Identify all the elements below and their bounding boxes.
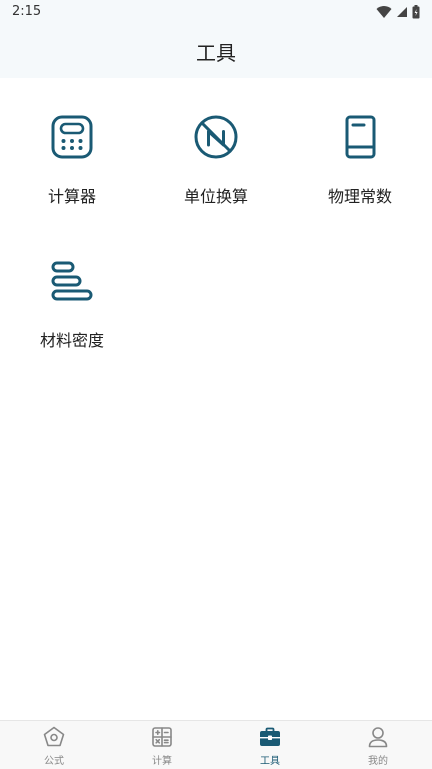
pentagon-icon — [43, 726, 65, 747]
tool-label: 计算器 — [47, 187, 96, 206]
tab-calculate[interactable]: 计算 — [108, 721, 216, 769]
tool-material-density[interactable]: 材料密度 — [0, 257, 144, 377]
user-icon — [368, 727, 388, 748]
tool-label: 单位换算 — [183, 187, 248, 206]
toolbox-icon — [260, 727, 280, 746]
status-time: 2:15 — [12, 4, 42, 19]
app-header: 工具 — [0, 24, 432, 78]
unit-convert-icon — [194, 115, 238, 159]
bottom-tab-bar: 公式 计算 工具 我的 — [0, 720, 432, 769]
calculator-icon — [51, 115, 93, 159]
tool-label: 物理常数 — [327, 187, 392, 206]
status-bar: 2:15 — [0, 0, 432, 24]
calc-grid-icon — [152, 727, 172, 747]
tool-calculator[interactable]: 计算器 — [0, 113, 144, 233]
tab-label: 工具 — [260, 756, 280, 767]
book-icon — [345, 115, 376, 159]
tool-physical-constants[interactable]: 物理常数 — [288, 113, 432, 233]
status-icons — [376, 4, 420, 20]
tab-label: 我的 — [368, 756, 388, 767]
tab-formulas[interactable]: 公式 — [0, 721, 108, 769]
tool-unit-conversion[interactable]: 单位换算 — [144, 113, 288, 233]
tool-label: 材料密度 — [39, 331, 104, 350]
tab-profile[interactable]: 我的 — [324, 721, 432, 769]
page-title: 工具 — [196, 41, 236, 65]
layers-icon — [51, 261, 93, 301]
tab-label: 计算 — [152, 756, 172, 767]
tab-tools[interactable]: 工具 — [216, 721, 324, 769]
battery-icon — [412, 5, 420, 19]
tab-label: 公式 — [44, 756, 64, 767]
wifi-icon — [376, 6, 392, 19]
signal-icon — [397, 7, 407, 17]
